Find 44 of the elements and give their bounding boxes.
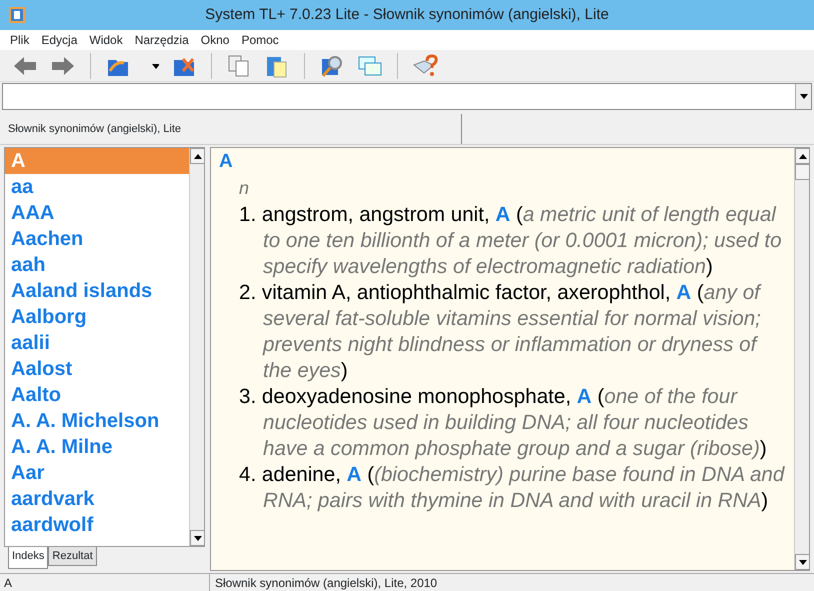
word-list-item[interactable]: aah: [5, 252, 189, 278]
word-list-item[interactable]: Aalborg: [5, 304, 189, 330]
scrollbar-thumb[interactable]: [795, 164, 810, 180]
definition: 3. deoxyadenosine monophosphate, A (one of the four nucleotides used in building DNA; all four nucleotides have a common phosphate group and a sugar (ribose)): [238, 384, 768, 462]
panel-tab[interactable]: Rezultat: [48, 547, 97, 566]
menu-item[interactable]: Narzędzia: [128, 30, 195, 50]
headword: A: [219, 150, 234, 174]
window-title: System TL+ 7.0.23 Lite - Słownik synonimów (angielski), Lite: [205, 5, 609, 25]
definition: 2. vitamin A, antiophthalmic factor, axerophthol, A (any of several fat-soluble vitamins essential for normal vision; prevents night blindness or inflammation or dryness of the eyes): [238, 280, 762, 384]
menu-item[interactable]: Edycja: [35, 30, 84, 50]
word-list-item[interactable]: A. A. Milne: [5, 434, 189, 460]
word-list-item[interactable]: Aar: [5, 460, 189, 486]
menu-item[interactable]: Pomoc: [235, 30, 285, 50]
menu-item[interactable]: Plik: [4, 30, 36, 50]
definition: 1. angstrom, angstrom unit, A (a metric unit of length equal to one ten billionth of a meter (or 0.0001 micron); used to specify wavelengths of electromagnetic radiation): [238, 202, 783, 280]
word-list-item[interactable]: A: [5, 148, 189, 174]
scrollbar[interactable]: [794, 148, 809, 570]
word-list-item[interactable]: aalii: [5, 330, 189, 356]
document-tab[interactable]: Słownik synonimów (angielski), Lite: [0, 114, 462, 144]
status-text: A: [0, 574, 210, 591]
word-list-item[interactable]: AAA: [5, 200, 189, 226]
word-list-item[interactable]: Aalost: [5, 356, 189, 382]
menu-item[interactable]: Okno: [194, 30, 236, 50]
word-list-item[interactable]: Aaland islands: [5, 278, 189, 304]
scroll-down-arrow-icon[interactable]: [194, 536, 202, 540]
search-field[interactable]: [2, 83, 812, 110]
word-list-item[interactable]: Aachen: [5, 226, 189, 252]
scrollbar[interactable]: [189, 148, 204, 546]
word-list-item[interactable]: aardvark: [5, 486, 189, 512]
word-list-item[interactable]: aa: [5, 174, 189, 200]
scroll-up-arrow-icon[interactable]: [194, 154, 202, 158]
help-icon[interactable]: [412, 52, 438, 78]
word-list-item[interactable]: Aalto: [5, 382, 189, 408]
scroll-down-arrow-icon[interactable]: [798, 560, 806, 564]
menu-item[interactable]: Widok: [83, 30, 129, 50]
status-text: Słownik synonimów (angielski), Lite, 2010: [214, 575, 438, 591]
definition: 4. adenine, A ((biochemistry) purine base found in DNA and RNA; pairs with thymine in DNA and with uracil in RNA): [238, 462, 786, 514]
panel-tab[interactable]: Indeks: [8, 547, 48, 569]
word-list-item[interactable]: A. A. Michelson: [5, 408, 189, 434]
app-icon: [8, 6, 26, 24]
part-of-speech: n: [238, 177, 250, 200]
scroll-up-arrow-icon[interactable]: [798, 154, 806, 158]
dropdown-arrow-icon[interactable]: [800, 94, 808, 99]
word-list-item[interactable]: aardwolf: [5, 512, 189, 538]
